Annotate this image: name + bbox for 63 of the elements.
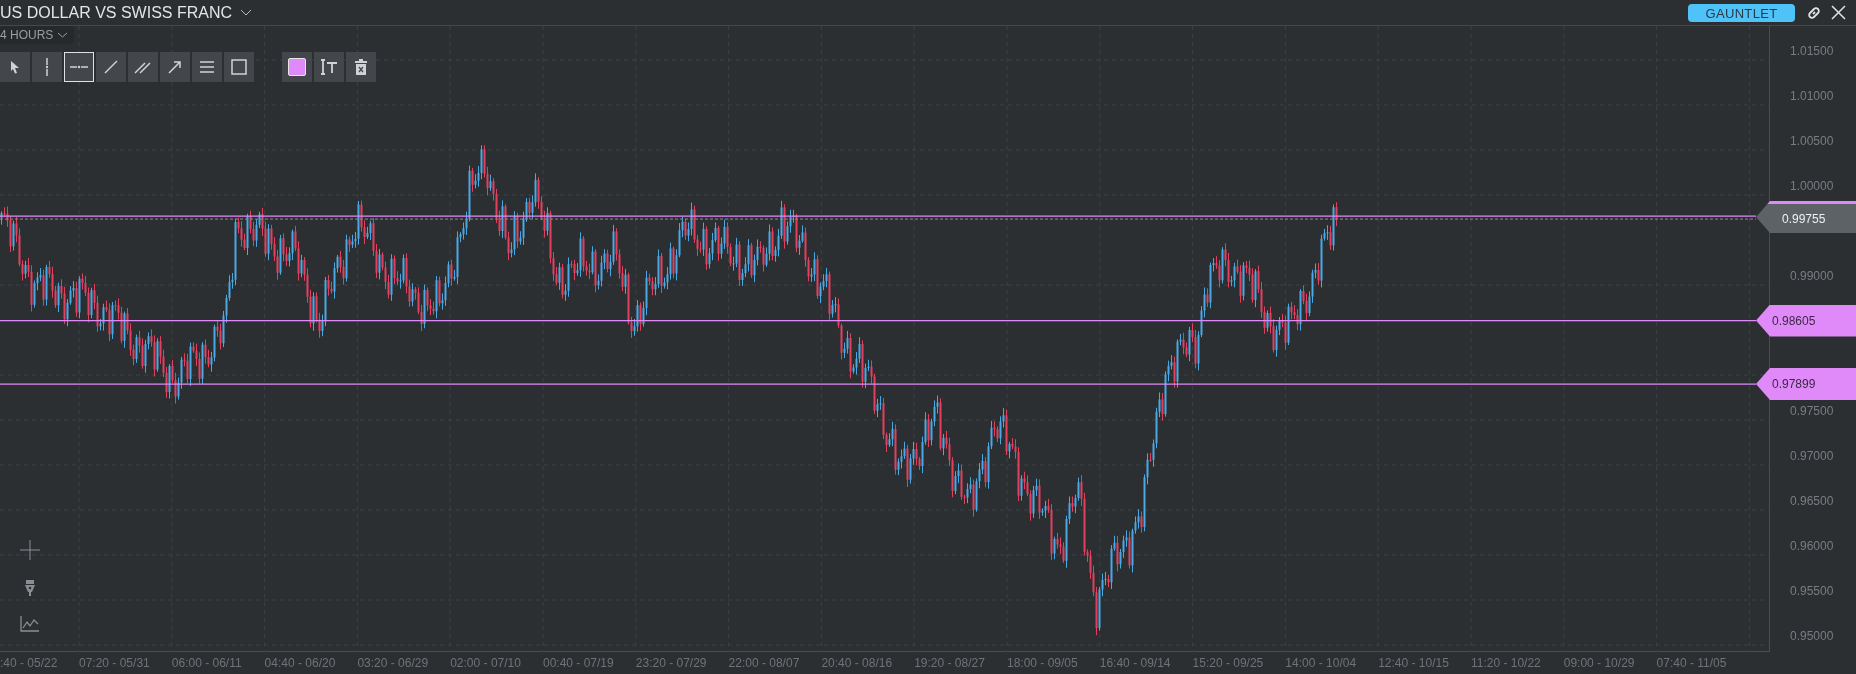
trend-line-icon [104, 60, 118, 74]
chevron-down-icon[interactable] [240, 9, 253, 16]
price-tick: 0.95500 [1790, 584, 1834, 598]
time-tick: 02:00 - 07/10 [450, 655, 522, 672]
time-tick: 00:40 - 07/19 [543, 655, 615, 672]
price-tick: 1.00000 [1790, 179, 1834, 193]
time-tick: 19:20 - 08/27 [914, 655, 986, 672]
pen-icon[interactable] [24, 580, 36, 596]
time-tick: 07:40 - 11/05 [1656, 655, 1728, 672]
text-icon [320, 59, 338, 75]
price-tick: 1.01000 [1790, 89, 1834, 103]
price-tick: 0.96000 [1790, 539, 1834, 553]
time-tick: :40 - 05/22 [0, 655, 59, 672]
time-tick: 03:20 - 06/29 [357, 655, 430, 672]
trash-icon [355, 59, 367, 75]
time-tick: 22:00 - 08/07 [728, 655, 801, 672]
price-tick: 0.96500 [1790, 494, 1834, 508]
time-tick: 07:20 - 05/31 [79, 655, 151, 672]
time-tick: 12:40 - 10/15 [1378, 655, 1450, 672]
close-icon[interactable] [1831, 5, 1846, 20]
text-tool-button[interactable] [314, 52, 344, 82]
chart-icon[interactable] [20, 616, 40, 632]
arrow-icon [168, 60, 182, 74]
time-tick: 14:00 - 10/04 [1285, 655, 1358, 672]
drawing-tool-button[interactable] [64, 52, 94, 82]
vertical-line-icon [45, 58, 49, 76]
price-tick: 0.97500 [1790, 404, 1834, 418]
time-tick: 16:40 - 09/14 [1099, 655, 1172, 672]
time-tick: 20:40 - 08/16 [821, 655, 894, 672]
price-tick: 1.00500 [1790, 134, 1834, 148]
drawing-tool-button[interactable] [192, 52, 222, 82]
price-label[interactable]: 0.98605 [1756, 304, 1856, 337]
drawing-tool-button[interactable] [0, 52, 30, 82]
price-tick: 1.01500 [1790, 44, 1834, 58]
price-label[interactable]: 0.97899 [1756, 368, 1856, 401]
price-tick: 0.99000 [1790, 269, 1834, 283]
price-line[interactable] [0, 319, 1757, 322]
chevron-down-icon[interactable] [57, 32, 69, 38]
time-tick: 06:00 - 06/11 [171, 655, 243, 672]
color-swatch-button[interactable] [282, 52, 312, 82]
price-label[interactable]: 0.99755 [1756, 201, 1856, 234]
lines-icon [200, 61, 214, 73]
pointer-icon [10, 60, 20, 74]
time-tick: 09:00 - 10/29 [1563, 655, 1636, 672]
time-tick: 15:20 - 09/25 [1192, 655, 1265, 672]
drawing-tool-button[interactable] [32, 52, 62, 82]
price-tick: 0.95000 [1790, 629, 1834, 643]
price-line[interactable] [0, 215, 1757, 220]
time-tick: 18:00 - 09/05 [1006, 655, 1079, 672]
rectangle-icon [231, 59, 247, 75]
parallel-lines-icon [134, 60, 152, 74]
drawing-tool-button[interactable] [128, 52, 158, 82]
drawing-tool-button[interactable] [224, 52, 254, 82]
price-tick: 0.97000 [1790, 449, 1834, 463]
horizontal-line-icon [70, 65, 88, 69]
time-tick: 23:20 - 07/29 [635, 655, 708, 672]
chart-title: US DOLLAR VS SWISS FRANC [0, 2, 233, 23]
delete-button[interactable] [346, 52, 376, 82]
time-tick: 04:40 - 06/20 [264, 655, 337, 672]
link-icon[interactable] [1807, 5, 1821, 20]
time-tick: 11:20 - 10/22 [1470, 655, 1542, 672]
drawing-tool-button[interactable] [160, 52, 190, 82]
gauntlet-button[interactable]: GAUNTLET [1688, 3, 1795, 22]
